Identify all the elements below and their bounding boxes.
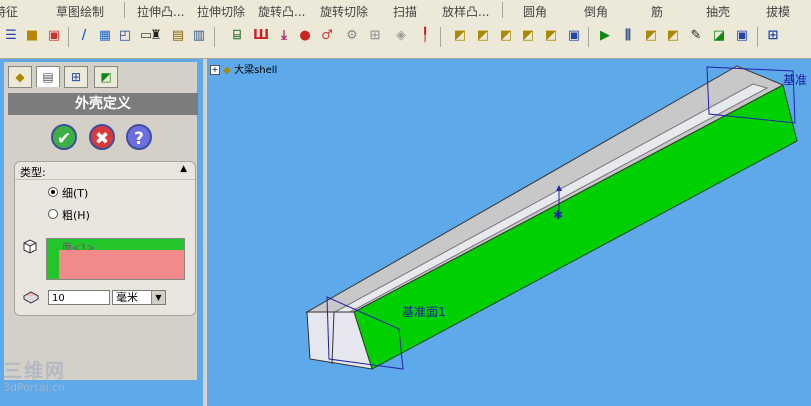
watermark-title: 三维网 xyxy=(3,360,67,382)
mate-icon[interactable]: ◩ xyxy=(643,28,659,44)
menu-feature[interactable]: 特征 xyxy=(0,3,18,20)
beam-side-face[interactable] xyxy=(353,84,798,370)
face-selection-list[interactable]: 面<1> xyxy=(46,238,185,280)
edit-icon[interactable]: ▣ xyxy=(46,28,62,44)
pattern-icon[interactable]: Ш xyxy=(253,28,269,44)
stamp-icon[interactable]: ♜ xyxy=(148,28,164,44)
property-manager: ◆ ▤ ⊞ ◩ 外壳定义 ✔ ✖ ? 类型: ▲ 细(T) 粗(H) 面<1> xyxy=(4,62,198,380)
page-title: 外壳定义 xyxy=(8,93,198,115)
thick-radio[interactable] xyxy=(48,209,58,219)
play-icon[interactable]: ▶ xyxy=(597,28,613,44)
tab-property-manager[interactable]: ▤ xyxy=(36,66,60,87)
table-icon[interactable]: ▥ xyxy=(191,28,207,44)
plane-label-1[interactable]: 基准面1 xyxy=(402,303,446,320)
list-icon[interactable]: ☰ xyxy=(3,28,19,44)
unit-value: 毫米 xyxy=(116,291,138,304)
part-icon[interactable]: ■ xyxy=(24,28,40,44)
apple-icon[interactable]: ● xyxy=(297,28,313,44)
grid-icon[interactable]: ▦ xyxy=(97,28,113,44)
type-group-label: 类型: xyxy=(20,166,46,179)
wrap-icon[interactable]: ⊞ xyxy=(367,28,383,44)
surface-icon-5[interactable]: ◩ xyxy=(543,28,559,44)
thin-radio[interactable] xyxy=(48,187,58,197)
toolbar-separator xyxy=(757,27,758,47)
menu-loft-boss[interactable]: 放样凸... xyxy=(442,3,489,20)
toolbar-separator xyxy=(588,27,589,47)
window-icon[interactable]: ▣ xyxy=(734,28,750,44)
pen-icon[interactable]: ✎ xyxy=(688,28,704,44)
help-button[interactable]: ? xyxy=(126,124,152,150)
toolbar-separator xyxy=(68,27,69,47)
menu-revolve-cut[interactable]: 旋转切除 xyxy=(320,3,368,20)
view-icon[interactable]: ▣ xyxy=(566,28,582,44)
chart-icon[interactable]: ⌸ xyxy=(229,28,245,44)
ok-button[interactable]: ✔ xyxy=(51,124,77,150)
cancel-button[interactable]: ✖ xyxy=(89,124,115,150)
tab-configuration-manager[interactable]: ⊞ xyxy=(64,66,88,88)
graphics-viewport[interactable]: + ◆ 大梁shell ✱ 基准面1 基准 xyxy=(207,59,811,406)
arrow-down-icon[interactable]: ⤓ xyxy=(276,28,292,44)
menu-sketch[interactable]: 草图绘制 xyxy=(56,3,104,20)
property-manager-area: ◆ ▤ ⊞ ◩ 外壳定义 ✔ ✖ ? 类型: ▲ 细(T) 粗(H) 面<1> xyxy=(0,59,203,406)
surface-icon-1[interactable]: ◩ xyxy=(452,28,468,44)
hook-icon[interactable]: ♂ xyxy=(319,28,335,44)
type-group-header[interactable]: 类型: ▲ xyxy=(15,162,195,180)
assembly-icon[interactable]: ⫼ xyxy=(620,28,636,44)
thickness-input[interactable]: 10 xyxy=(48,290,110,305)
gear-icon[interactable]: ⚙ xyxy=(344,28,360,44)
tab-display-manager[interactable]: ◩ xyxy=(94,66,118,88)
menu-separator xyxy=(124,2,125,18)
menu-chamfer[interactable]: 倒角 xyxy=(584,3,608,20)
menu-rib[interactable]: 筋 xyxy=(651,3,663,20)
component-icon[interactable]: ◩ xyxy=(665,28,681,44)
property-icon: ▤ xyxy=(42,70,54,84)
toolbar-separator xyxy=(214,27,215,47)
dropdown-arrow-icon[interactable]: ▼ xyxy=(151,291,165,304)
face-list-empty xyxy=(59,250,184,279)
collapse-icon[interactable]: ▲ xyxy=(180,164,187,174)
menu-separator xyxy=(502,2,503,18)
thin-radio-label[interactable]: 细(T) xyxy=(62,185,88,201)
menu-extrude-cut[interactable]: 拉伸切除 xyxy=(197,3,245,20)
face-selection-icon xyxy=(22,238,38,254)
configuration-icon: ⊞ xyxy=(70,70,82,84)
flex-icon[interactable]: ◈ xyxy=(393,28,409,44)
tab-feature-manager[interactable]: ◆ xyxy=(8,66,32,88)
type-group: 类型: ▲ 细(T) 粗(H) 面<1> 10 毫米 ▼ xyxy=(14,161,196,316)
thermometer-icon[interactable]: ╿ xyxy=(417,28,433,44)
feature-tree-icon: ◆ xyxy=(15,70,25,84)
beam-channel xyxy=(334,83,769,313)
watermark: 三维网 3dPortal.cn xyxy=(3,356,66,394)
menu-revolve-boss[interactable]: 旋转凸... xyxy=(258,3,305,20)
menu-fillet[interactable]: 圆角 xyxy=(523,3,547,20)
menu-shell[interactable]: 抽壳 xyxy=(706,3,730,20)
menu-sweep[interactable]: 扫描 xyxy=(393,3,417,20)
thick-radio-label[interactable]: 粗(H) xyxy=(62,207,90,223)
grid-view-icon[interactable]: ⊞ xyxy=(765,28,781,44)
menu-draft[interactable]: 拔模 xyxy=(766,3,790,20)
thickness-icon xyxy=(22,288,40,304)
toolbar-separator xyxy=(440,27,441,47)
plane-label-2[interactable]: 基准 xyxy=(783,71,807,88)
unit-select[interactable]: 毫米 ▼ xyxy=(112,290,166,305)
surface-icon-3[interactable]: ◩ xyxy=(498,28,514,44)
check-icon[interactable]: ◪ xyxy=(711,28,727,44)
fuel-icon[interactable]: ▤ xyxy=(170,28,186,44)
watermark-url: 3dPortal.cn xyxy=(3,381,66,394)
face-list-item[interactable]: 面<1> xyxy=(47,239,184,254)
face-list-margin xyxy=(47,250,59,279)
menu-extrude-boss[interactable]: 拉伸凸... xyxy=(137,3,184,20)
direction-marker: ✱ xyxy=(553,208,563,222)
manager-tabs: ◆ ▤ ⊞ ◩ xyxy=(8,66,198,88)
line-icon[interactable]: / xyxy=(76,28,92,44)
main-toolbar: ☰ ■ ▣ / ▦ ◰ ▭ ♜ ▤ ▥ ⌸ Ш ⤓ ● ♂ ⚙ ⊞ ◈ ╿ ◩ … xyxy=(0,20,811,59)
surface-icon-4[interactable]: ◩ xyxy=(520,28,536,44)
sketch-icon[interactable]: ◰ xyxy=(117,28,133,44)
surface-icon-2[interactable]: ◩ xyxy=(475,28,491,44)
display-icon: ◩ xyxy=(100,70,112,84)
feature-command-bar: 特征 草图绘制 拉伸凸... 拉伸切除 旋转凸... 旋转切除 扫描 放样凸..… xyxy=(0,0,811,21)
beam-model: ✱ xyxy=(305,65,798,370)
